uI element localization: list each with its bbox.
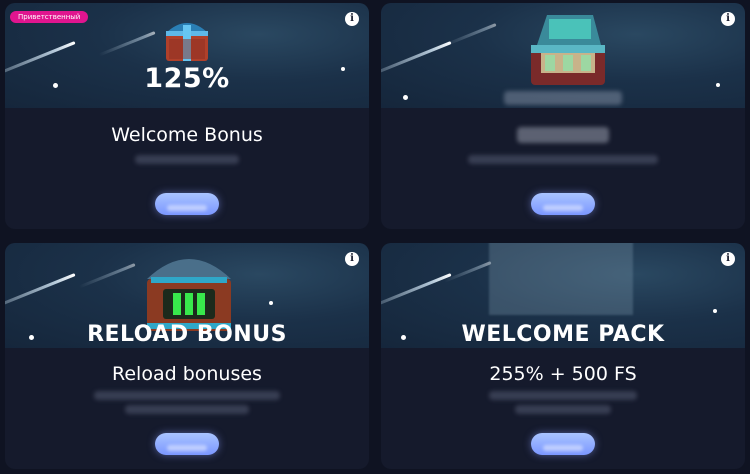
card-action-button[interactable] — [531, 433, 595, 455]
bonus-percent: 125% — [144, 63, 230, 94]
bonus-card-reload: RELOAD BONUS i Reload bonuses — [5, 243, 369, 469]
info-icon[interactable]: i — [721, 252, 735, 266]
card-title: 255% + 500 FS — [489, 363, 637, 385]
card-banner: RELOAD BONUS — [5, 243, 369, 348]
card-title: Reload bonuses — [112, 363, 262, 385]
welcome-tag-badge: Приветственный — [10, 11, 89, 23]
info-icon[interactable]: i — [345, 252, 359, 266]
bonus-card-cashback: i — [381, 3, 745, 229]
card-subtitle-blurred — [468, 155, 658, 164]
banner-heading: RELOAD BONUS — [87, 322, 287, 347]
bonus-card-welcome: 125% Приветственный i Welcome Bonus — [5, 3, 369, 229]
card-subtitle-blurred-2 — [125, 405, 249, 414]
info-icon[interactable]: i — [721, 12, 735, 26]
money-suitcase-icon — [531, 15, 605, 85]
banner-heading: WELCOME PACK — [461, 322, 665, 347]
card-title: Welcome Bonus — [111, 124, 263, 146]
card-action-button[interactable] — [155, 433, 219, 455]
banner-image-blurred — [489, 243, 633, 315]
info-icon[interactable]: i — [345, 12, 359, 26]
card-banner — [381, 3, 745, 108]
card-banner: WELCOME PACK — [381, 243, 745, 348]
card-title-blurred — [517, 127, 609, 143]
card-subtitle-blurred-2 — [515, 405, 611, 414]
card-action-button[interactable] — [155, 193, 219, 215]
banner-text-blurred — [504, 91, 622, 105]
card-subtitle-blurred — [94, 391, 280, 400]
card-subtitle-blurred — [489, 391, 637, 400]
card-subtitle-blurred — [135, 155, 239, 164]
card-action-button[interactable] — [531, 193, 595, 215]
treasure-chest-icon — [166, 23, 208, 61]
bonus-card-welcome-pack: WELCOME PACK i 255% + 500 FS — [381, 243, 745, 469]
